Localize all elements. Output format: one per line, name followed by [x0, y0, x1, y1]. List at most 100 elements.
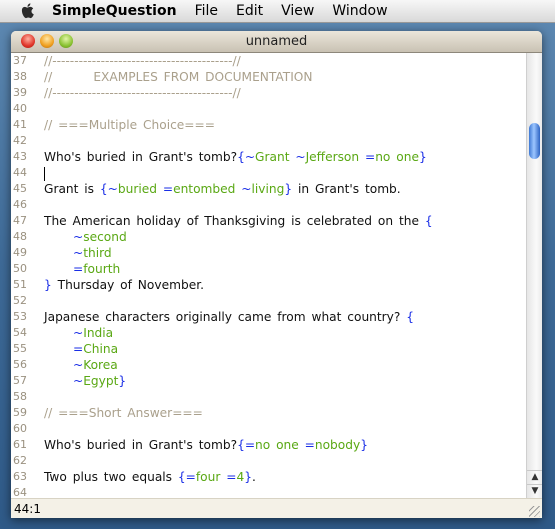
answer-text: no one — [375, 150, 419, 164]
answer-text: Korea — [83, 358, 118, 372]
code-line: 63 Two plus two equals {=four =4}. — [11, 469, 526, 485]
code-line: 62 — [11, 453, 526, 469]
markup-symbol: = — [364, 150, 376, 164]
markup-symbol: } — [418, 150, 427, 164]
line-content: ~Egypt} — [44, 373, 126, 389]
answer-text: fourth — [83, 262, 121, 276]
menu-app-name[interactable]: SimpleQuestion — [52, 3, 177, 19]
window-title: unnamed — [245, 34, 308, 49]
question-text: Who's buried in Grant's tomb? — [44, 438, 238, 452]
markup-symbol: } — [284, 182, 293, 196]
arrow-up-icon[interactable]: ▲ — [527, 470, 542, 484]
code-line: 53 Japanese characters originally came fr… — [11, 309, 526, 325]
markup-symbol: ~ — [73, 374, 84, 388]
line-number: 40 — [13, 102, 27, 115]
line-content — [44, 165, 45, 181]
markup-symbol: = — [162, 182, 174, 196]
markup-symbol: } — [360, 438, 368, 452]
answer-text: no one — [255, 438, 305, 452]
menu-window[interactable]: Window — [332, 3, 387, 19]
comment-text: // ===Multiple Choice=== — [44, 118, 215, 132]
code-line: 64 — [11, 485, 526, 498]
line-number: 51 — [13, 278, 27, 291]
question-text: . — [252, 470, 256, 484]
text-editor[interactable]: 37 //------------------------------------… — [11, 53, 526, 498]
markup-symbol: } — [244, 470, 252, 484]
line-number: 43 — [13, 150, 27, 163]
code-line: 52 — [11, 293, 526, 309]
line-number: 47 — [13, 214, 27, 227]
line-content: ~third — [44, 245, 112, 261]
status-bar: 44:1 — [11, 498, 542, 518]
menu-file[interactable]: File — [195, 3, 218, 19]
code-line: 57 ~Egypt} — [11, 373, 526, 389]
answer-text: Jefferson — [305, 150, 365, 164]
line-content: Grant is {~buried =entombed ~living} in … — [44, 181, 401, 197]
line-content: =fourth — [44, 261, 120, 277]
vertical-scrollbar[interactable]: ▲ ▼ — [526, 53, 542, 498]
line-number: 49 — [13, 246, 27, 259]
line-number: 53 — [13, 310, 27, 323]
line-number: 41 — [13, 118, 27, 131]
markup-symbol: ~ — [73, 326, 84, 340]
answer-text: entombed — [173, 182, 242, 196]
markup-symbol: } — [118, 374, 127, 388]
title-bar[interactable]: unnamed — [11, 31, 542, 53]
line-number: 39 — [13, 86, 27, 99]
scrollbar-thumb[interactable] — [529, 123, 540, 159]
question-text: Grant is — [44, 182, 100, 196]
line-number: 46 — [13, 198, 27, 211]
line-number: 38 — [13, 70, 27, 83]
question-text: Japanese characters originally came from… — [44, 310, 407, 324]
resize-grip-icon[interactable] — [529, 506, 540, 517]
code-line: 40 — [11, 101, 526, 117]
code-line: 59 // ===Short Answer=== — [11, 405, 526, 421]
line-content: // ===Short Answer=== — [44, 405, 203, 421]
code-line: 56 ~Korea — [11, 357, 526, 373]
markup-symbol: = — [304, 438, 315, 452]
text-caret — [44, 166, 45, 181]
line-number: 37 — [13, 54, 27, 67]
arrow-down-icon[interactable]: ▼ — [527, 484, 542, 498]
question-text: Thursday of November. — [51, 278, 204, 292]
answer-text: nobody — [314, 438, 361, 452]
line-number: 48 — [13, 230, 27, 243]
markup-symbol: {~ — [99, 182, 118, 196]
code-line: 60 — [11, 421, 526, 437]
code-line: 38 // EXAMPLES FROM DOCUMENTATION — [11, 69, 526, 85]
code-line: 43 Who's buried in Grant's tomb?{~Grant ~… — [11, 149, 526, 165]
code-line: 54 ~India — [11, 325, 526, 341]
markup-symbol: {~ — [237, 150, 256, 164]
answer-text: Grant — [255, 150, 296, 164]
code-line: 49 ~third — [11, 245, 526, 261]
code-line: 46 — [11, 197, 526, 213]
answer-text: China — [83, 342, 119, 356]
code-line: 47 The American holiday of Thanksgiving i… — [11, 213, 526, 229]
line-number: 63 — [13, 470, 27, 483]
line-number: 60 — [13, 422, 27, 435]
line-content: ~Korea — [44, 357, 118, 373]
code-line: 45 Grant is {~buried =entombed ~living} i… — [11, 181, 526, 197]
cursor-position: 44:1 — [14, 502, 41, 516]
markup-symbol: ~ — [295, 150, 306, 164]
line-content: // EXAMPLES FROM DOCUMENTATION — [44, 69, 313, 85]
apple-logo-icon[interactable] — [20, 3, 36, 19]
markup-symbol: {= — [237, 438, 256, 452]
menu-view[interactable]: View — [281, 3, 314, 19]
markup-symbol: = — [73, 262, 84, 276]
question-text: in Grant's tomb. — [292, 182, 401, 196]
markup-symbol: = — [73, 342, 84, 356]
markup-symbol: { — [406, 310, 415, 324]
question-text: Two plus two equals — [44, 470, 178, 484]
code-line: 61 Who's buried in Grant's tomb?{=no one … — [11, 437, 526, 453]
line-number: 58 — [13, 390, 27, 403]
line-content: ~second — [44, 229, 127, 245]
line-content: ~India — [44, 325, 113, 341]
answer-text: third — [83, 246, 112, 260]
code-line: 55 =China — [11, 341, 526, 357]
menu-edit[interactable]: Edit — [236, 3, 263, 19]
line-number: 44 — [13, 166, 27, 179]
markup-symbol: ~ — [73, 246, 84, 260]
line-content: //--------------------------------------… — [44, 53, 241, 69]
line-content: Two plus two equals {=four =4}. — [44, 469, 256, 485]
